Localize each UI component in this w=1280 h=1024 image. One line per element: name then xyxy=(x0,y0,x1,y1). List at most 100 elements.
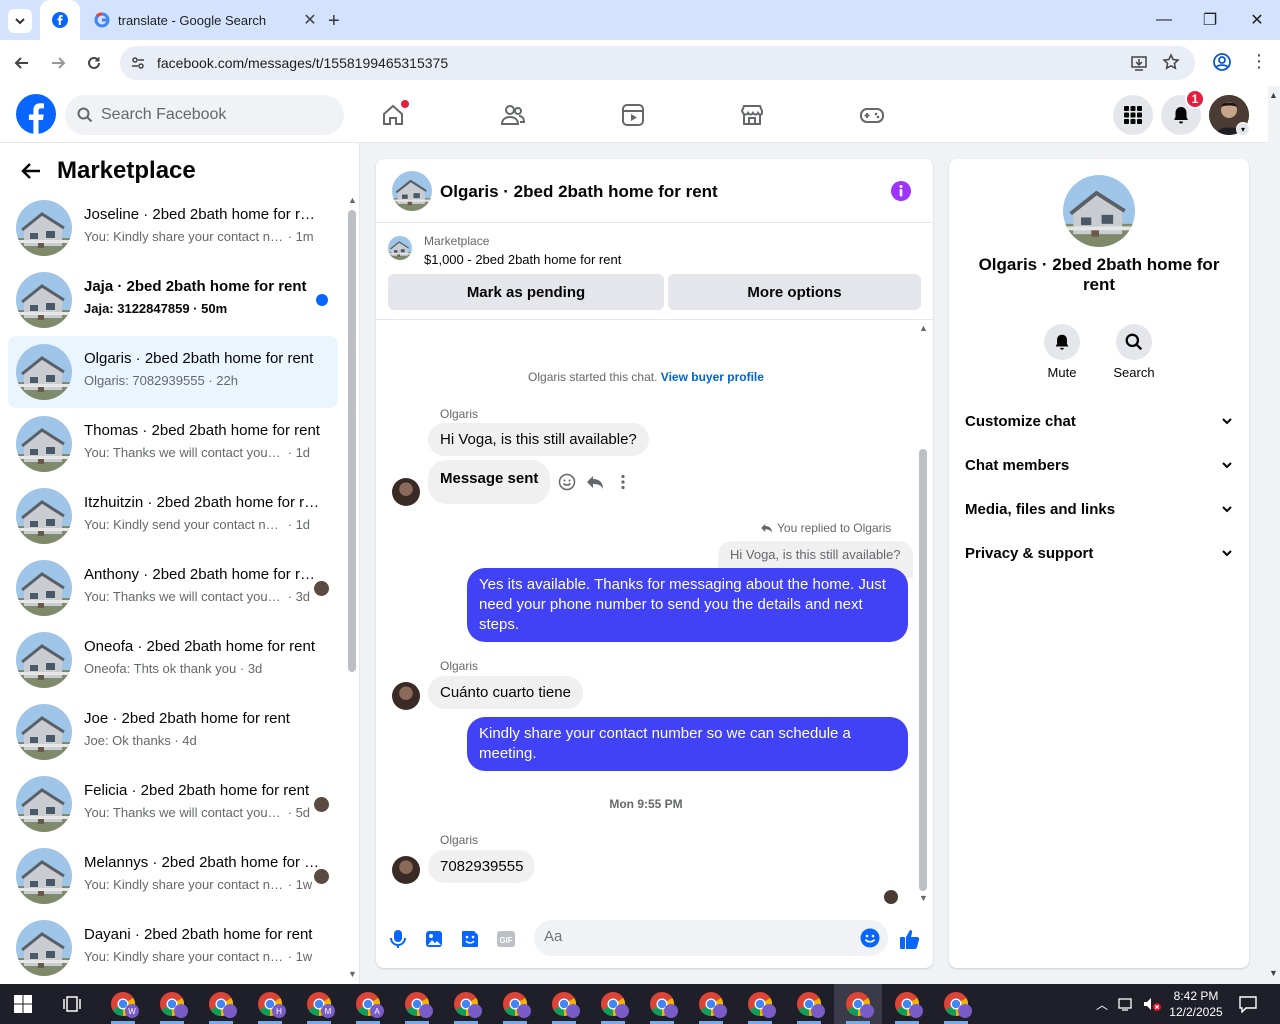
maximize-button[interactable]: ❐ xyxy=(1198,8,1222,32)
voice-clip-button[interactable] xyxy=(386,927,410,951)
listing-thumbnail[interactable] xyxy=(388,236,412,260)
close-tab-icon[interactable]: ✕ xyxy=(298,10,322,30)
friends-nav[interactable] xyxy=(498,100,528,130)
marketplace-nav[interactable] xyxy=(737,100,767,130)
home-nav[interactable] xyxy=(378,100,409,130)
chat-title[interactable]: Olgaris · 2bed 2bath home for rent xyxy=(440,182,718,202)
tab-google-search[interactable]: translate - Google Search ✕ xyxy=(82,0,322,40)
account-chevron-icon[interactable]: ▾ xyxy=(1236,122,1250,136)
message-input-box[interactable] xyxy=(534,920,888,956)
chat-thumbnail[interactable] xyxy=(392,171,432,211)
chat-scroll-down-icon[interactable]: ▼ xyxy=(919,893,928,903)
taskbar-chrome-app[interactable] xyxy=(834,984,882,1024)
conversation-item[interactable]: Jaja · 2bed 2bath home for rent Jaja: 312… xyxy=(8,264,338,336)
video-nav[interactable] xyxy=(618,100,648,130)
conversation-item[interactable]: Joseline · 2bed 2bath home for rent You: … xyxy=(8,192,338,264)
taskbar-chrome-app[interactable] xyxy=(197,984,245,1024)
page-scroll-down-icon[interactable]: ▼ xyxy=(1269,968,1278,978)
emoji-icon[interactable] xyxy=(860,928,880,948)
mute-button[interactable]: Mute xyxy=(1032,324,1092,380)
customize-chat-section[interactable]: Customize chat xyxy=(965,406,1233,436)
volume-muted-icon[interactable] xyxy=(1142,996,1162,1012)
conversation-item[interactable]: Felicia · 2bed 2bath home for rent You: T… xyxy=(8,768,338,840)
install-app-icon[interactable] xyxy=(1130,54,1148,72)
conversation-list-scrollbar[interactable] xyxy=(348,210,356,672)
incoming-message[interactable]: 7082939555 xyxy=(428,850,536,883)
taskbar-chrome-app[interactable] xyxy=(638,984,686,1024)
chat-info-thumbnail[interactable] xyxy=(1063,175,1135,247)
taskbar-chrome-app[interactable] xyxy=(393,984,441,1024)
chrome-profile-icon[interactable] xyxy=(1212,52,1232,72)
forward-button[interactable] xyxy=(46,51,70,75)
address-bar[interactable]: facebook.com/messages/t/1558199465315375 xyxy=(120,46,1195,80)
tray-overflow-icon[interactable]: ︿ xyxy=(1096,996,1108,1013)
taskbar-chrome-app[interactable] xyxy=(491,984,539,1024)
task-view-icon[interactable] xyxy=(62,995,82,1013)
outgoing-message[interactable]: Yes its available. Thanks for messaging … xyxy=(467,568,908,642)
sender-avatar[interactable] xyxy=(392,856,420,884)
chat-scroll-up-icon[interactable]: ▲ xyxy=(919,323,928,333)
taskbar-chrome-app[interactable] xyxy=(883,984,931,1024)
incoming-message-sent[interactable]: Message sent xyxy=(428,460,551,504)
taskbar-chrome-app[interactable] xyxy=(540,984,588,1024)
conversation-item[interactable]: Olgaris · 2bed 2bath home for rent Olgari… xyxy=(8,336,338,408)
conversation-item[interactable]: Oneofa · 2bed 2bath home for rent Oneofa:… xyxy=(8,624,338,696)
tab-facebook[interactable] xyxy=(40,0,80,40)
taskbar-chrome-app[interactable] xyxy=(785,984,833,1024)
facebook-logo-icon[interactable] xyxy=(16,94,56,134)
gif-button[interactable]: GIF xyxy=(494,927,518,951)
taskbar-chrome-app[interactable] xyxy=(687,984,735,1024)
action-center-icon[interactable] xyxy=(1238,995,1258,1013)
taskbar-chrome-app[interactable]: M xyxy=(295,984,343,1024)
sender-avatar[interactable] xyxy=(392,478,420,506)
scroll-down-arrow-icon[interactable]: ▼ xyxy=(348,969,357,979)
react-emoji-icon[interactable] xyxy=(558,473,576,491)
taskbar-chrome-app[interactable]: H xyxy=(246,984,294,1024)
windows-start-icon[interactable] xyxy=(14,995,32,1013)
more-vertical-icon[interactable] xyxy=(614,473,632,491)
taskbar-chrome-app[interactable] xyxy=(442,984,490,1024)
conversation-item[interactable]: Thomas · 2bed 2bath home for rent You: Th… xyxy=(8,408,338,480)
message-input[interactable] xyxy=(544,928,844,945)
conversation-item[interactable]: Joe · 2bed 2bath home for rent Joe: Ok th… xyxy=(8,696,338,768)
facebook-search-input[interactable] xyxy=(101,106,321,124)
privacy-support-section[interactable]: Privacy & support xyxy=(965,538,1233,568)
page-scroll-up-icon[interactable]: ▲ xyxy=(1269,90,1278,100)
taskbar-chrome-app[interactable]: W xyxy=(99,984,147,1024)
tab-search-button[interactable] xyxy=(8,9,32,33)
more-options-button[interactable]: More options xyxy=(668,274,921,310)
chrome-menu-button[interactable]: ⋮ xyxy=(1250,51,1268,72)
close-window-button[interactable]: ✕ xyxy=(1245,8,1269,32)
taskbar-chrome-app[interactable] xyxy=(148,984,196,1024)
reload-button[interactable] xyxy=(82,51,106,75)
incoming-message[interactable]: Hi Voga, is this still available? xyxy=(428,423,649,456)
chat-members-section[interactable]: Chat members xyxy=(965,450,1233,480)
conversation-item[interactable]: Anthony · 2bed 2bath home for rent You: T… xyxy=(8,552,338,624)
info-icon[interactable] xyxy=(890,180,912,202)
taskbar-chrome-app[interactable] xyxy=(736,984,784,1024)
system-clock[interactable]: 8:42 PM 12/2/2025 xyxy=(1168,988,1224,1020)
minimize-button[interactable]: — xyxy=(1152,8,1176,32)
new-tab-button[interactable]: + xyxy=(328,10,340,33)
conversation-item[interactable]: Melannys · 2bed 2bath home for rent You: … xyxy=(8,840,338,912)
back-arrow-icon[interactable] xyxy=(20,160,42,182)
reply-icon[interactable] xyxy=(586,473,604,491)
facebook-search-box[interactable] xyxy=(65,95,344,135)
taskbar-chrome-app[interactable] xyxy=(932,984,980,1024)
gaming-nav[interactable] xyxy=(857,100,887,130)
mark-as-pending-button[interactable]: Mark as pending xyxy=(388,274,664,310)
chat-scrollbar[interactable] xyxy=(919,449,927,891)
menu-grid-button[interactable] xyxy=(1113,95,1153,135)
scroll-up-arrow-icon[interactable]: ▲ xyxy=(348,195,357,205)
conversation-item[interactable]: Itzhuitzin · 2bed 2bath home for rent You… xyxy=(8,480,338,552)
taskbar-chrome-app[interactable] xyxy=(589,984,637,1024)
like-send-button[interactable] xyxy=(898,927,922,951)
listing-description[interactable]: $1,000 - 2bed 2bath home for rent xyxy=(424,252,621,267)
media-files-links-section[interactable]: Media, files and links xyxy=(965,494,1233,524)
sticker-button[interactable] xyxy=(458,927,482,951)
search-in-chat-button[interactable]: Search xyxy=(1104,324,1164,380)
bookmark-star-icon[interactable] xyxy=(1162,53,1180,71)
sender-avatar[interactable] xyxy=(392,682,420,710)
incoming-message[interactable]: Cuánto cuarto tiene xyxy=(428,676,583,709)
taskbar-chrome-app[interactable]: A xyxy=(344,984,392,1024)
